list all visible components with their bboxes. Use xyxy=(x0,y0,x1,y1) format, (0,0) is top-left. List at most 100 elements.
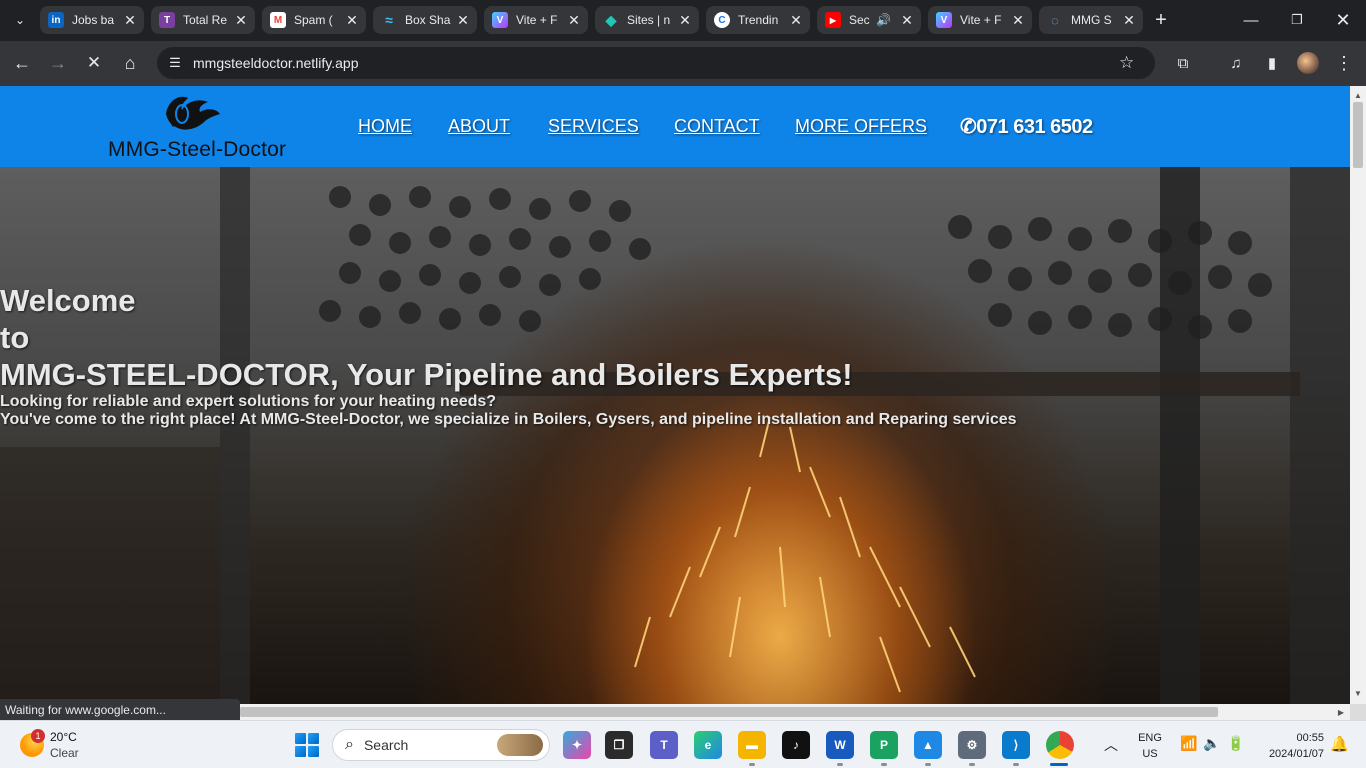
loading-icon: ◌ xyxy=(1051,12,1059,28)
trending-icon: C xyxy=(714,12,730,28)
nav-more-offers-link[interactable]: MORE OFFERS xyxy=(795,116,927,137)
vite-icon: V xyxy=(492,12,508,28)
restore-icon[interactable]: ❐ xyxy=(1274,0,1320,40)
teams-icon[interactable]: T xyxy=(650,731,678,759)
forward-arrow-icon[interactable]: → xyxy=(44,49,72,77)
tab-title: Sites | n xyxy=(627,13,671,27)
scrollbar-thumb[interactable] xyxy=(240,707,1218,717)
task-view-icon[interactable]: ❐ xyxy=(605,731,633,759)
scroll-up-arrow-icon[interactable]: ▲ xyxy=(1350,88,1366,102)
scroll-down-arrow-icon[interactable]: ▼ xyxy=(1350,686,1366,700)
search-label: Search xyxy=(363,737,409,753)
phone-icon: ✆ xyxy=(960,116,977,138)
running-indicator xyxy=(837,763,843,766)
volume-icon[interactable]: 🔈 xyxy=(1203,735,1220,752)
phone-number[interactable]: ✆071 631 6502 xyxy=(960,114,1093,139)
close-icon[interactable]: ✕ xyxy=(122,12,138,28)
tab-vite-2[interactable]: V Vite + F ✕ xyxy=(928,6,1032,34)
wifi-icon[interactable]: 📶 xyxy=(1180,735,1197,752)
menu-kebab-icon[interactable]: ⋮ xyxy=(1332,51,1356,75)
hero-background-image xyxy=(0,167,1350,704)
side-panel-icon[interactable]: ▮ xyxy=(1260,51,1284,75)
site-info-icon[interactable]: ☰ xyxy=(165,53,185,73)
notification-bell-icon[interactable]: 🔔 xyxy=(1330,735,1349,753)
nav-services-link[interactable]: SERVICES xyxy=(548,116,639,137)
close-icon[interactable]: ✕ xyxy=(344,12,360,28)
clock-time: 00:55 xyxy=(1296,732,1324,744)
browser-toolbar: ← → ✕ ⌂ ☰ mmgsteeldoctor.netlify.app ☆ ⧉… xyxy=(0,41,1366,86)
tray-chevron-up-icon[interactable]: ︿ xyxy=(1104,735,1118,755)
close-icon[interactable]: ✕ xyxy=(1121,12,1137,28)
system-clock[interactable]: 00:55 2024/01/07 xyxy=(1258,730,1324,762)
scroll-right-arrow-icon[interactable]: ▶ xyxy=(1334,704,1348,720)
tiktok-icon[interactable]: ♪ xyxy=(782,731,810,759)
bookmark-star-icon[interactable]: ☆ xyxy=(1119,53,1143,73)
weather-description: Clear xyxy=(50,746,79,760)
chrome-icon[interactable] xyxy=(1046,731,1074,759)
close-icon[interactable]: ✕ xyxy=(1010,12,1026,28)
tab-title: Trendin xyxy=(738,13,779,27)
stop-loading-icon[interactable]: ✕ xyxy=(80,49,108,77)
close-icon[interactable]: ✕ xyxy=(788,12,804,28)
address-bar[interactable]: ☰ mmgsteeldoctor.netlify.app ☆ xyxy=(157,47,1155,79)
running-indicator xyxy=(749,763,755,766)
profile-avatar[interactable] xyxy=(1297,52,1319,74)
tab-trending[interactable]: C Trendin ✕ xyxy=(706,6,810,34)
media-control-icon[interactable]: ♫ xyxy=(1224,51,1248,75)
new-tab-plus-icon[interactable]: + xyxy=(1148,8,1174,32)
photos-icon[interactable]: ▲ xyxy=(914,731,942,759)
url-text[interactable]: mmgsteeldoctor.netlify.app xyxy=(193,55,1119,71)
extensions-puzzle-icon[interactable]: ⧉ xyxy=(1171,51,1195,75)
speaker-icon[interactable]: 🔊 xyxy=(876,13,891,27)
tab-search-chevron-icon[interactable]: ⌄ xyxy=(8,8,32,32)
file-explorer-icon[interactable]: ▬ xyxy=(738,731,766,759)
settings-gear-icon[interactable]: ⚙ xyxy=(958,731,986,759)
site-logo[interactable]: MMG-Steel-Doctor xyxy=(108,92,294,161)
tab-title: Total Re xyxy=(183,13,228,27)
vertical-scrollbar[interactable]: ▲ ▼ xyxy=(1350,86,1366,704)
tab-linkedin[interactable]: in Jobs ba ✕ xyxy=(40,6,144,34)
active-app-indicator xyxy=(1050,763,1068,766)
nav-contact-link[interactable]: CONTACT xyxy=(674,116,760,137)
tab-gmail[interactable]: M Spam ( ✕ xyxy=(262,6,366,34)
tab-title: Box Sha xyxy=(405,13,451,27)
pycharm-icon[interactable]: P xyxy=(870,731,898,759)
close-icon[interactable]: ✕ xyxy=(455,12,471,28)
hero-text-block: Welcome to MMG-STEEL-DOCTOR, Your Pipeli… xyxy=(0,282,1017,429)
running-indicator xyxy=(925,763,931,766)
tab-box-shadow[interactable]: ≈ Box Sha ✕ xyxy=(373,6,477,34)
scrollbar-thumb[interactable] xyxy=(1353,102,1363,168)
language-code: ENG xyxy=(1138,732,1162,744)
battery-icon[interactable]: 🔋 xyxy=(1227,735,1244,752)
back-arrow-icon[interactable]: ← xyxy=(8,49,36,77)
vscode-icon[interactable]: ⟩ xyxy=(1002,731,1030,759)
nav-about-link[interactable]: ABOUT xyxy=(448,116,510,137)
hero-description: You've come to the right place! At MMG-S… xyxy=(0,411,1017,428)
copilot-icon[interactable]: ✦ xyxy=(563,731,591,759)
home-icon[interactable]: ⌂ xyxy=(116,49,144,77)
clock-date: 2024/01/07 xyxy=(1268,748,1324,760)
tab-youtube[interactable]: ▶ Sec 🔊 ✕ xyxy=(817,6,921,34)
start-windows-icon[interactable] xyxy=(295,733,319,757)
tab-mmg-active[interactable]: ◌ MMG S ✕ xyxy=(1039,6,1143,34)
netlify-icon: ◆ xyxy=(605,11,617,28)
close-icon[interactable]: ✕ xyxy=(899,12,915,28)
window-close-icon[interactable]: ✕ xyxy=(1320,0,1366,40)
running-indicator xyxy=(881,763,887,766)
word-icon[interactable]: W xyxy=(826,731,854,759)
tab-vite-1[interactable]: V Vite + F ✕ xyxy=(484,6,588,34)
nav-home-link[interactable]: HOME xyxy=(358,116,412,137)
input-language[interactable]: ENG US xyxy=(1138,730,1162,762)
close-icon[interactable]: ✕ xyxy=(677,12,693,28)
windows-taskbar: 1 20°C Clear ⌕ Search ✦ ❐ T e ▬ ♪ W P ▲ … xyxy=(0,720,1366,768)
edge-icon[interactable]: e xyxy=(694,731,722,759)
minimize-icon[interactable]: — xyxy=(1228,0,1274,40)
tab-netlify-sites[interactable]: ◆ Sites | n ✕ xyxy=(595,6,699,34)
hero-section: Welcome to MMG-STEEL-DOCTOR, Your Pipeli… xyxy=(0,167,1350,704)
taskbar-search[interactable]: ⌕ Search xyxy=(332,729,550,761)
close-icon[interactable]: ✕ xyxy=(566,12,582,28)
close-icon[interactable]: ✕ xyxy=(233,12,249,28)
search-highlight-image xyxy=(497,734,543,756)
tab-title: Spam ( xyxy=(294,13,333,27)
tab-total-recall[interactable]: T Total Re ✕ xyxy=(151,6,255,34)
